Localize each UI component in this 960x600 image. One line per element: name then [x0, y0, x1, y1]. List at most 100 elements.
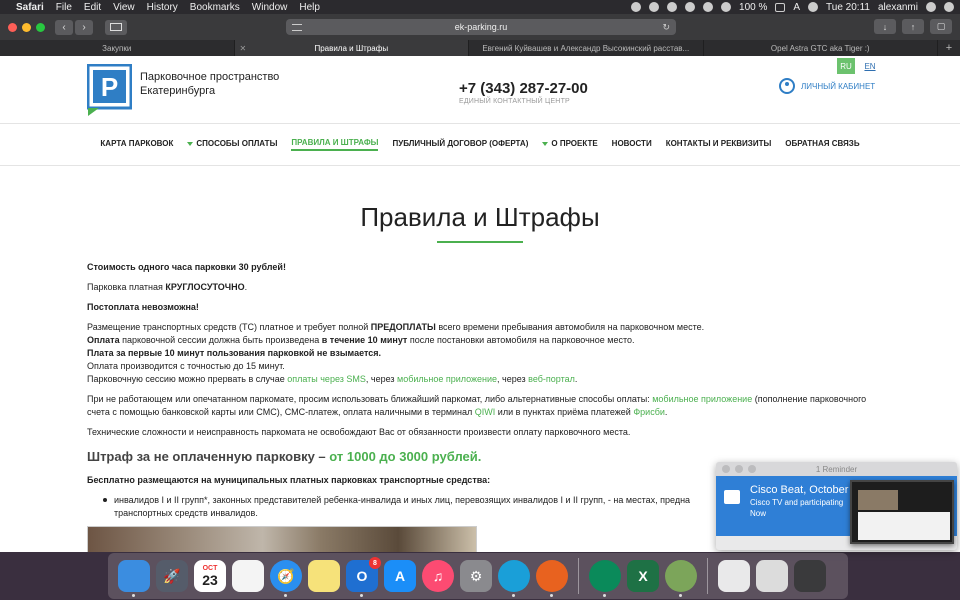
- reminders-icon[interactable]: [232, 560, 264, 592]
- mobile-app-link[interactable]: мобильное приложение: [652, 394, 752, 404]
- menu-history[interactable]: History: [147, 2, 178, 13]
- menu-edit[interactable]: Edit: [84, 2, 101, 13]
- trash-icon[interactable]: [794, 560, 826, 592]
- tab-opel[interactable]: Opel Astra GTC aka Tiger :): [704, 40, 938, 56]
- reader-icon[interactable]: [292, 23, 302, 31]
- menu-bookmarks[interactable]: Bookmarks: [190, 2, 240, 13]
- finder-icon[interactable]: [118, 560, 150, 597]
- tab-rules-fines[interactable]: ✕ Правила и Штрафы: [234, 40, 469, 56]
- minimized-window-icon[interactable]: [756, 560, 788, 592]
- tab-label: Закупки: [102, 43, 132, 53]
- notes-icon[interactable]: [308, 560, 340, 592]
- site-logo-icon[interactable]: P: [87, 64, 132, 116]
- nav-feedback[interactable]: ОБРАТНАЯ СВЯЗЬ: [785, 139, 859, 150]
- thumbnail-image: [858, 490, 898, 510]
- battery-percent[interactable]: 100 %: [739, 2, 767, 13]
- phone-number[interactable]: +7 (343) 287-27-00: [459, 80, 588, 97]
- text-run: после постановки автомобиля на парковочн…: [407, 335, 635, 345]
- wifi-icon[interactable]: [721, 2, 732, 12]
- menu-file[interactable]: File: [56, 2, 72, 13]
- web-portal-link[interactable]: веб-портал: [528, 374, 575, 384]
- running-indicator: [679, 594, 682, 597]
- status-bar-icon[interactable]: [667, 2, 678, 12]
- status-bar-icon[interactable]: [631, 2, 642, 12]
- paragraph: При не работающем или опечатанном парком…: [87, 393, 873, 419]
- screenshot-thumbnail[interactable]: [850, 480, 954, 544]
- personal-account-link[interactable]: ЛИЧНЫЙ КАБИНЕТ: [779, 78, 875, 94]
- nav-parking-map[interactable]: КАРТА ПАРКОВОК: [100, 139, 173, 150]
- dropdown-icon: [187, 141, 194, 146]
- downloads-button[interactable]: ↓: [874, 19, 896, 34]
- user-name[interactable]: alexanmi: [878, 2, 918, 13]
- system-preferences-icon[interactable]: ⚙: [460, 560, 492, 592]
- sidebar-toggle-button[interactable]: [105, 19, 127, 35]
- text-run: , через: [497, 374, 529, 384]
- menu-window[interactable]: Window: [252, 2, 288, 13]
- nav-label: НОВОСТИ: [611, 139, 652, 148]
- outlook-icon[interactable]: O8: [346, 557, 381, 597]
- text-run: Парковка платная: [87, 282, 166, 292]
- sms-payment-link[interactable]: оплаты через SMS: [287, 374, 366, 384]
- dock: 🚀 OCT 23 🧭 O8 A ♫ ⚙ X: [108, 553, 848, 599]
- zoom-window-button[interactable]: [36, 22, 45, 32]
- list-item: инвалидов I и II групп*, законных предст…: [87, 494, 707, 520]
- vpn-icon[interactable]: [665, 560, 697, 597]
- menu-help[interactable]: Help: [299, 2, 320, 13]
- nav-payment-methods[interactable]: СПОСОБЫ ОПЛАТЫ: [187, 139, 277, 150]
- site-brand[interactable]: Парковочное пространство Екатеринбурга: [140, 70, 300, 98]
- close-tab-icon[interactable]: ✕: [240, 44, 247, 53]
- webex-icon[interactable]: [498, 560, 530, 597]
- forward-button[interactable]: ›: [75, 19, 93, 35]
- nav-about[interactable]: О ПРОЕКТЕ: [542, 139, 598, 150]
- share-button[interactable]: ↑: [902, 19, 924, 34]
- back-button[interactable]: ‹: [55, 19, 73, 35]
- nav-public-offer[interactable]: ПУБЛИЧНЫЙ ДОГОВОР (ОФЕРТА): [392, 139, 528, 150]
- menu-app[interactable]: Safari: [16, 2, 44, 13]
- firefox-icon[interactable]: [536, 560, 568, 597]
- new-tab-button[interactable]: +: [938, 40, 960, 56]
- text-run: КРУГЛОСУТОЧНО: [165, 282, 245, 292]
- input-source[interactable]: A: [793, 2, 800, 13]
- status-bar-icon[interactable]: [649, 2, 660, 12]
- notification-center-icon[interactable]: [944, 2, 954, 12]
- mobile-app-link[interactable]: мобильное приложение: [397, 374, 497, 384]
- clock[interactable]: Tue 20:11: [826, 2, 870, 13]
- paragraph: Парковка платная КРУГЛОСУТОЧНО.: [87, 281, 873, 294]
- status-bar-icon[interactable]: [703, 2, 714, 12]
- paragraph: Технические сложности и неисправность па…: [87, 427, 631, 437]
- menu-view[interactable]: View: [113, 2, 135, 13]
- app-store-icon[interactable]: A: [384, 560, 416, 592]
- minimized-window-icon[interactable]: [718, 560, 750, 592]
- running-indicator: [360, 594, 363, 597]
- reload-icon[interactable]: ↻: [662, 22, 670, 33]
- calendar-app-icon[interactable]: OCT 23: [194, 560, 226, 592]
- parking-photo: [87, 526, 477, 552]
- safari-icon[interactable]: 🧭: [270, 560, 302, 597]
- music-icon[interactable]: ♫: [422, 560, 454, 592]
- lang-en[interactable]: EN: [861, 58, 879, 74]
- tab-zakupki[interactable]: Закупки: [0, 40, 235, 56]
- tab-overview-button[interactable]: ▢: [930, 19, 952, 34]
- status-bar-icon[interactable]: [685, 2, 696, 12]
- address-bar[interactable]: ek-parking.ru ↻: [286, 19, 676, 35]
- lang-ru[interactable]: RU: [837, 58, 855, 74]
- status-bar-icon[interactable]: [808, 2, 819, 12]
- frisbee-link[interactable]: Фрисби: [633, 407, 665, 417]
- page-title: Правила и Штрафы: [360, 202, 600, 232]
- text-run: , через: [365, 374, 398, 384]
- nav-rules-fines[interactable]: ПРАВИЛА И ШТРАФЫ: [291, 138, 379, 151]
- nav-news[interactable]: НОВОСТИ: [612, 139, 652, 150]
- minimize-window-button[interactable]: [22, 22, 31, 32]
- close-window-button[interactable]: [8, 22, 17, 32]
- excel-icon[interactable]: X: [627, 560, 659, 592]
- qiwi-link[interactable]: QIWI: [475, 407, 496, 417]
- text-run: Парковочную сессию можно прервать в случ…: [87, 374, 288, 384]
- cisco-app-icon[interactable]: [589, 560, 621, 597]
- battery-icon[interactable]: [775, 2, 786, 12]
- dropdown-icon: [542, 141, 549, 146]
- text-run: ПРЕДОПЛАТЫ: [370, 322, 436, 332]
- siri-icon[interactable]: [926, 2, 936, 12]
- tab-news[interactable]: Евгений Куйвашев и Александр Высокинский…: [469, 40, 704, 56]
- launchpad-icon[interactable]: 🚀: [156, 560, 188, 592]
- nav-contacts[interactable]: КОНТАКТЫ И РЕКВИЗИТЫ: [666, 139, 772, 150]
